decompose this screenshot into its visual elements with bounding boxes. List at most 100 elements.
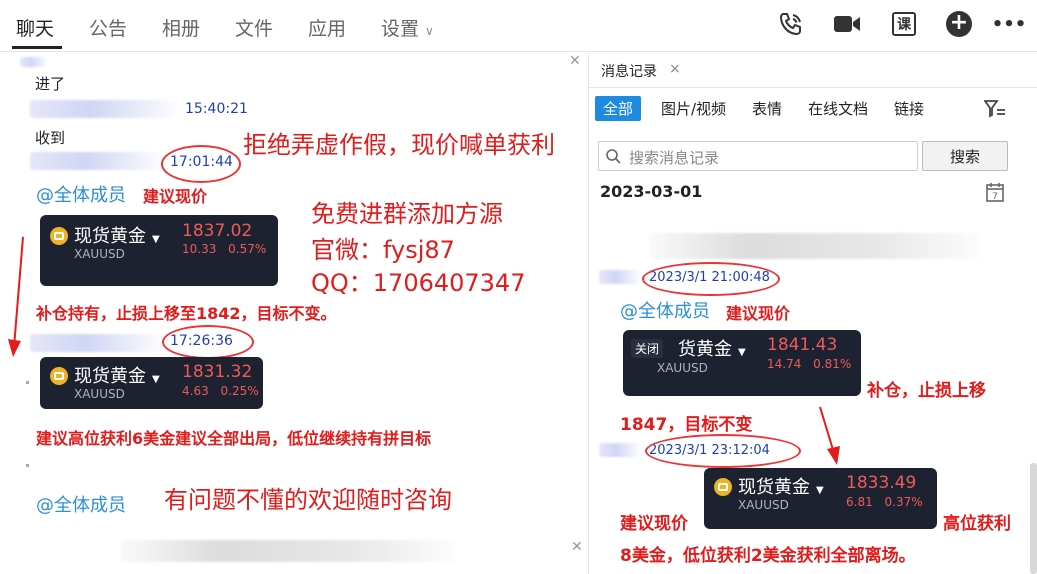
price-card-code: XAUUSD xyxy=(657,361,708,375)
price-card[interactable]: 现货黄金 ▼ XAUUSD 1837.02 10.33 0.57% xyxy=(40,215,278,286)
red-arrow-down xyxy=(8,236,24,357)
filter-online-docs[interactable]: 在线文档 xyxy=(808,98,868,119)
strategy-note: 1847，目标不变 xyxy=(620,415,753,435)
price-card-price: 1831.32 xyxy=(182,362,253,382)
strategy-note: 8美金，低位获利2美金获利全部离场。 xyxy=(620,546,916,566)
price-card-price: 1837.02 xyxy=(182,221,253,241)
overlay-promo: 免费进群添加方源 xyxy=(311,200,503,228)
filter-icon[interactable] xyxy=(984,99,1006,119)
highlight-circle xyxy=(162,325,254,359)
scrollbar[interactable] xyxy=(1030,463,1037,574)
price-card[interactable]: 现货黄金 ▼ XAUUSD 1833.49 6.81 0.37% xyxy=(704,468,937,529)
mention-all-members[interactable]: @全体成员 xyxy=(620,297,710,323)
overlay-qq: QQ：1706407347 xyxy=(311,269,526,297)
price-card-code: XAUUSD xyxy=(738,498,789,512)
advice-text: 建议现价 xyxy=(143,187,208,206)
blurred-sender xyxy=(599,270,641,284)
highlight-circle xyxy=(645,434,801,468)
tab-settings-label: 设置 xyxy=(381,18,420,40)
strategy-note: 建议高位获利6美金建议全部出局，低位继续持有拼目标 xyxy=(36,429,432,448)
panel-title: 消息记录 xyxy=(601,64,657,80)
lesson-icon[interactable]: 课 xyxy=(888,8,920,40)
strategy-note: 补仓持有，止损上移至1842，目标不变。 xyxy=(36,304,337,323)
red-arrow-down xyxy=(819,406,840,465)
calendar-icon[interactable]: 7 xyxy=(985,181,1005,203)
search-button[interactable]: 搜索 xyxy=(922,141,1008,171)
blurred-name xyxy=(20,57,48,67)
lesson-icon-label: 课 xyxy=(892,12,916,36)
caret-down-icon: ▼ xyxy=(152,234,160,245)
message-history-panel: 消息记录 × 全部 图片/视频 表情 在线文档 链接 搜索消息记录 搜索 202… xyxy=(589,53,1037,574)
price-card-name: 现货黄金 xyxy=(738,477,810,498)
strategy-note: 高位获利 xyxy=(943,514,1011,534)
price-card[interactable]: 关闭 货黄金 ▼ XAUUSD 1841.43 14.74 0.81% xyxy=(623,330,861,396)
price-card-name: 现货黄金 xyxy=(74,366,146,387)
panel-title-divider xyxy=(589,87,1037,88)
mention-all-members[interactable]: @全体成员 xyxy=(36,491,126,517)
tab-files[interactable]: 文件 xyxy=(235,14,273,41)
top-tab-bar: 聊天 公告 相册 文件 应用 设置 ∨ 课 + ••• xyxy=(0,0,1037,52)
search-placeholder: 搜索消息记录 xyxy=(629,149,720,167)
more-icon[interactable]: ••• xyxy=(992,8,1027,40)
message-text: 收到 xyxy=(35,129,66,147)
price-card-change: 4.63 0.25% xyxy=(182,384,259,398)
highlight-circle xyxy=(642,262,780,296)
blurred-message xyxy=(120,540,455,562)
tab-apps[interactable]: 应用 xyxy=(308,14,346,41)
scroll-down-icon[interactable]: ✕ xyxy=(571,539,583,555)
tab-settings[interactable]: 设置 ∨ xyxy=(381,14,434,41)
tab-chat[interactable]: 聊天 xyxy=(16,14,54,41)
price-card-price: 1833.49 xyxy=(846,473,917,493)
message-text: 进了 xyxy=(35,75,66,93)
filter-stickers[interactable]: 表情 xyxy=(752,98,782,119)
price-card-change: 6.81 0.37% xyxy=(846,495,923,509)
search-input[interactable]: 搜索消息记录 xyxy=(598,141,918,171)
svg-text:7: 7 xyxy=(992,192,998,202)
avatar-placeholder xyxy=(26,381,29,384)
gold-icon xyxy=(50,227,68,245)
overlay-slogan: 拒绝弄虚作假，现价喊单获利 xyxy=(243,131,555,159)
message-timestamp: 15:40:21 xyxy=(185,101,248,117)
avatar-placeholder xyxy=(26,464,29,467)
price-card-name: 货黄金 xyxy=(678,339,732,360)
price-card-change: 14.74 0.81% xyxy=(767,357,852,371)
blurred-sender xyxy=(599,443,641,457)
close-icon[interactable]: ✕ xyxy=(569,53,581,69)
advice-text: 建议现价 xyxy=(620,514,688,534)
strategy-note: 补仓，止损上移 xyxy=(867,381,986,401)
highlight-circle xyxy=(161,145,241,183)
tab-announcement[interactable]: 公告 xyxy=(89,14,127,41)
filter-all[interactable]: 全部 xyxy=(595,96,642,121)
overlay-consult: 有问题不懂的欢迎随时咨询 xyxy=(164,486,452,514)
overlay-wechat: 官微：fysj87 xyxy=(311,236,455,264)
filter-images-videos[interactable]: 图片/视频 xyxy=(661,98,726,119)
advice-text: 建议现价 xyxy=(726,304,791,323)
caret-down-icon: ▼ xyxy=(152,374,160,385)
close-badge[interactable]: 关闭 xyxy=(631,339,664,358)
filter-links[interactable]: 链接 xyxy=(894,98,924,119)
close-icon[interactable]: × xyxy=(669,61,681,77)
blurred-message xyxy=(649,233,979,259)
blurred-sender xyxy=(30,334,165,352)
mention-all-members[interactable]: @全体成员 xyxy=(36,181,126,207)
search-icon xyxy=(606,149,621,164)
gold-icon xyxy=(50,367,68,385)
voice-call-icon[interactable] xyxy=(775,8,807,40)
date-header: 2023-03-01 xyxy=(600,182,703,201)
tab-album[interactable]: 相册 xyxy=(162,14,200,41)
caret-down-icon: ▼ xyxy=(738,347,746,358)
blurred-sender xyxy=(30,152,165,170)
gold-icon xyxy=(714,478,732,496)
active-tab-indicator xyxy=(12,46,62,49)
price-card-price: 1841.43 xyxy=(767,335,838,355)
blurred-sender xyxy=(30,100,180,118)
chat-message-area[interactable]: ✕ 进了 15:40:21 收到 17:01:44 @全体成员 建议现价 现货黄… xyxy=(0,53,588,574)
chevron-down-icon: ∨ xyxy=(425,24,434,38)
add-icon[interactable]: + xyxy=(943,8,975,40)
caret-down-icon: ▼ xyxy=(816,485,824,496)
price-card-code: XAUUSD xyxy=(74,247,125,261)
price-card[interactable]: 现货黄金 ▼ XAUUSD 1831.32 4.63 0.25% xyxy=(40,357,263,409)
price-card-change: 10.33 0.57% xyxy=(182,242,267,256)
video-call-icon[interactable] xyxy=(831,8,863,40)
price-card-name: 现货黄金 xyxy=(74,226,146,247)
